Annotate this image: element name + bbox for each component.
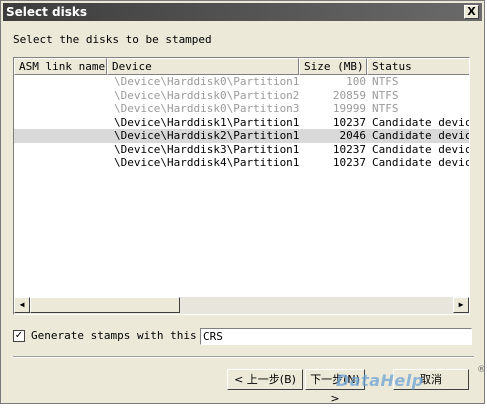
table-row[interactable]: \Device\Harddisk1\Partition1 10237 Candida… <box>14 116 469 130</box>
size-cell: 10237 <box>332 142 366 156</box>
list-rows: \Device\Harddisk0\Partition1 100 NTFS \Devi… <box>14 75 469 170</box>
table-row[interactable]: \Device\Harddisk0\Partition2 20859 NTFS <box>14 89 469 103</box>
column-header-size[interactable]: Size (MB) <box>299 58 367 75</box>
horizontal-scrollbar[interactable]: ◀ ▶ <box>14 297 469 314</box>
device-cell: \Device\Harddisk0\Partition3 <box>114 102 300 115</box>
stamp-prefix-input[interactable]: CRS <box>200 328 472 345</box>
table-row[interactable]: \Device\Harddisk0\Partition3 19999 NTFS <box>14 102 469 116</box>
device-cell: \Device\Harddisk0\Partition2 <box>114 88 300 102</box>
scrollbar-thumb[interactable] <box>30 297 180 313</box>
generate-stamps-checkbox[interactable]: ✓ <box>13 330 25 342</box>
generate-stamps-label: Generate stamps with this p <box>31 329 210 342</box>
column-header-device[interactable]: Device <box>107 58 299 75</box>
size-cell: 10237 <box>332 115 366 129</box>
table-row[interactable]: \Device\Harddisk0\Partition1 100 NTFS <box>14 75 469 89</box>
status-cell: Candidate device <box>372 156 470 169</box>
arrow-right-icon: ▶ <box>458 300 464 309</box>
checkmark-icon: ✓ <box>14 330 24 341</box>
status-cell: Candidate device <box>372 129 470 142</box>
size-cell: 2046 <box>339 129 367 142</box>
close-button[interactable]: X <box>464 5 479 19</box>
device-cell: \Device\Harddisk3\Partition1 <box>114 142 300 156</box>
table-row[interactable]: \Device\Harddisk2\Partition1 2046 Candidat… <box>14 129 469 143</box>
status-cell: Candidate device <box>372 142 470 156</box>
instruction-text: Select the disks to be stamped <box>13 33 212 46</box>
title-bar: Select disks X <box>3 3 482 21</box>
close-icon: X <box>467 5 476 18</box>
device-cell: \Device\Harddisk1\Partition1 <box>114 115 300 129</box>
device-cell: \Device\Harddisk2\Partition1 <box>114 129 300 142</box>
status-cell: NTFS <box>372 102 399 115</box>
registered-mark: ® <box>477 365 486 375</box>
size-cell: 10237 <box>332 156 366 169</box>
size-cell: 100 <box>346 75 366 88</box>
device-cell: \Device\Harddisk4\Partition1 <box>114 156 300 169</box>
status-cell: Candidate device <box>372 115 470 129</box>
size-cell: 19999 <box>332 102 366 115</box>
back-button[interactable]: < 上一步(B) <box>227 369 303 390</box>
column-header-status[interactable]: Status <box>367 58 469 75</box>
dialog-title: Select disks <box>6 5 88 19</box>
arrow-left-icon: ◀ <box>19 300 25 309</box>
button-divider <box>13 356 474 358</box>
size-cell: 20859 <box>332 88 366 102</box>
column-header-asm-link-name[interactable]: ASM link name <box>14 58 107 75</box>
status-cell: NTFS <box>372 88 399 102</box>
table-row[interactable]: \Device\Harddisk4\Partition1 10237 Candida… <box>14 156 469 170</box>
scroll-left-button[interactable]: ◀ <box>14 297 30 313</box>
status-cell: NTFS <box>372 75 399 88</box>
list-header: ASM link name Device Size (MB) Status <box>14 58 469 75</box>
disk-list[interactable]: ASM link name Device Size (MB) Status \D… <box>13 57 470 315</box>
scroll-right-button[interactable]: ▶ <box>453 297 469 313</box>
device-cell: \Device\Harddisk0\Partition1 <box>114 75 300 88</box>
select-disks-dialog: Select disks X Select the disks to be st… <box>0 0 486 405</box>
watermark-logo: DataHelp <box>336 371 424 390</box>
table-row[interactable]: \Device\Harddisk3\Partition1 10237 Candida… <box>14 143 469 157</box>
